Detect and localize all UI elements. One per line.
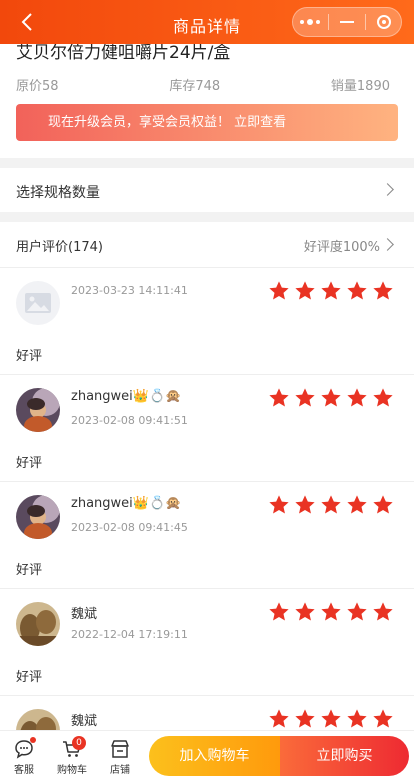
avatar [16,495,60,539]
cart-button[interactable]: 0 购物车 [50,736,94,777]
star-icon [373,495,393,514]
chevron-right-icon [381,238,394,251]
star-icon [269,709,289,728]
capsule-divider [365,14,367,30]
review-username: 魏斌 [71,714,98,729]
avatar [16,281,60,325]
spec-selector[interactable]: 选择规格数量 [0,168,414,212]
star-icon [321,388,341,407]
review-time: 2023-03-23 14:11:41 [71,284,188,297]
review-username: zhangwei👑💍🙊 [71,496,182,511]
notification-dot [30,737,36,743]
shop-button[interactable]: 店铺 [98,737,142,777]
star-icon [295,281,315,300]
star-icon [269,388,289,407]
minimize-button[interactable] [332,12,362,32]
close-target-icon [377,15,392,29]
rating-stars [268,708,394,730]
capsule-divider [327,14,329,30]
product-info: 艾贝尔倍力健咀嚼片24片/盒 原价58 库存748 销量1890 现在升级会员，… [0,44,414,158]
shop-label: 店铺 [110,765,130,776]
star-icon [269,602,289,621]
rating-stars [268,601,394,623]
spec-label: 选择规格数量 [16,185,100,201]
product-name: 艾贝尔倍力健咀嚼片24片/盒 [16,44,231,63]
cart-count-badge: 0 [72,736,86,750]
rating-stars [268,280,394,302]
bottom-action-bar: 客服 0 购物车 店铺 加入购物车 立即购买 [0,730,414,781]
star-icon [295,709,315,728]
review-comment: 好评 [16,349,43,364]
placeholder-image-icon [25,293,51,313]
star-icon [321,495,341,514]
star-icon [295,388,315,407]
buy-now-button[interactable]: 立即购买 [280,736,409,776]
original-price: 原价58 [16,79,59,94]
service-label: 客服 [14,765,34,776]
store-icon [111,740,129,758]
star-icon [347,602,367,621]
positive-rate: 好评度100% [303,240,380,255]
review-item: zhangwei👑💍🙊 2023-02-08 09:41:45 好评 [0,482,414,589]
reviews-title: 用户评价(174) [16,240,103,255]
more-dots-icon [299,18,320,25]
star-icon [321,602,341,621]
star-icon [347,495,367,514]
star-icon [269,495,289,514]
cart-label: 购物车 [57,765,87,776]
vip-banner[interactable]: 现在升级会员，享受会员权益！ 立即查看 [16,104,398,141]
more-button[interactable] [295,12,325,32]
star-icon [347,388,367,407]
review-comment: 好评 [16,563,43,578]
review-comment: 好评 [16,670,43,685]
review-username: 魏斌 [71,607,98,622]
star-icon [347,709,367,728]
stock-count: 库存748 [169,79,221,94]
chevron-right-icon [381,183,394,196]
star-icon [321,281,341,300]
add-to-cart-button[interactable]: 加入购物车 [149,736,280,776]
star-icon [373,602,393,621]
minimize-icon [339,21,354,23]
review-item: 2023-03-23 14:11:41 好评 [0,268,414,375]
star-icon [269,281,289,300]
review-time: 2023-02-08 09:41:45 [71,521,188,534]
star-icon [373,709,393,728]
star-icon [295,495,315,514]
user-avatar-image [16,602,60,646]
star-icon [347,281,367,300]
review-item: 魏斌 2022-12-04 17:19:11 好评 [0,589,414,696]
rating-stars [268,494,394,516]
close-button[interactable] [369,12,399,32]
review-time: 2022-12-04 17:19:11 [71,628,188,641]
service-button[interactable]: 客服 [2,737,46,777]
star-icon [321,709,341,728]
star-icon [295,602,315,621]
review-username: zhangwei👑💍🙊 [71,389,182,404]
review-comment: 好评 [16,456,43,471]
user-avatar-image [16,495,60,539]
reviews-header[interactable]: 用户评价(174) 好评度100% [0,222,414,268]
review-time: 2023-02-08 09:41:51 [71,414,188,427]
reviews-section: 用户评价(174) 好评度100% 2023-03-23 14:11:41 好评 [0,222,414,742]
rating-stars [268,387,394,409]
star-icon [373,388,393,407]
sales-count: 销量1890 [330,79,390,94]
avatar [16,602,60,646]
product-stats: 原价58 库存748 销量1890 [16,75,390,94]
user-avatar-image [16,388,60,432]
mini-program-capsule [292,7,402,37]
review-item: zhangwei👑💍🙊 2023-02-08 09:41:51 好评 [0,375,414,482]
star-icon [373,281,393,300]
avatar [16,388,60,432]
nav-header: 商品详情 [0,0,414,44]
